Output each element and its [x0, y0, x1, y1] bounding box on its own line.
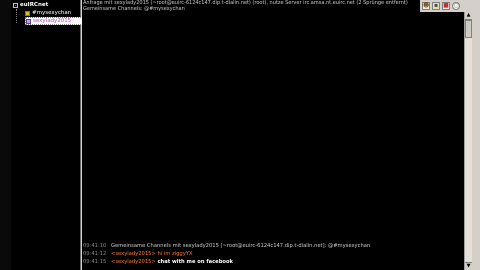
- channel-tree[interactable]: - euIRCnet #mysexychan sexylady2015: [11, 0, 83, 270]
- whois-line: Gemeinsame Channels: @#mysexychan: [83, 6, 185, 12]
- tree-connector-line: [16, 9, 18, 23]
- image-icon[interactable]: ▪: [432, 2, 440, 10]
- person-icon[interactable]: ☻: [422, 2, 430, 10]
- nickname[interactable]: <sexylady2015>: [111, 251, 156, 257]
- nickname[interactable]: <sexylady2015>: [111, 259, 156, 265]
- query-icon: [26, 18, 31, 24]
- network-label: euIRCnet: [20, 2, 49, 8]
- circle-icon[interactable]: ○: [452, 2, 460, 10]
- tree-item-label: #mysexychan: [32, 10, 72, 16]
- window-toolbar: ☻ ▪ ■ ○: [420, 0, 472, 12]
- chat-message: 09:41:12 <sexylady2015> hi im ziggyYX: [83, 251, 193, 257]
- window-right-edge: [472, 0, 480, 270]
- tree-item-query-selected[interactable]: sexylady2015: [25, 17, 83, 25]
- left-edge-strip: [0, 0, 11, 270]
- tree-item-label: sexylady2015: [33, 18, 72, 24]
- scroll-up-icon[interactable]: ▲: [465, 12, 472, 20]
- scroll-thumb[interactable]: [465, 20, 472, 38]
- timestamp: 09:41:12: [83, 251, 107, 257]
- timestamp: 09:41:15: [83, 259, 107, 265]
- collapse-toggle-icon[interactable]: -: [13, 2, 18, 8]
- chat-message: 09:41:10 Gemeinsame Channels mit sexylad…: [83, 243, 370, 249]
- timestamp: 09:41:10: [83, 243, 107, 249]
- message-text: Gemeinsame Channels mit sexylady2015 [~r…: [110, 243, 371, 249]
- chat-scrollbar[interactable]: ▲ ▼: [464, 12, 472, 270]
- stop-icon[interactable]: ■: [442, 2, 450, 10]
- chat-message: 09:41:15 <sexylady2015> chat with me on …: [83, 259, 233, 265]
- channel-icon: [25, 10, 30, 16]
- scroll-down-icon[interactable]: ▼: [465, 262, 472, 270]
- tree-root-network[interactable]: - euIRCnet: [13, 1, 48, 9]
- message-text: chat with me on facebook: [157, 259, 233, 265]
- message-text: hi im ziggyYX: [157, 251, 193, 257]
- tree-item-channel[interactable]: #mysexychan: [25, 9, 73, 17]
- whois-header: Anfrage mit sexylady2015 (~root@euirc-61…: [83, 0, 423, 12]
- chat-window[interactable]: Anfrage mit sexylady2015 (~root@euirc-61…: [82, 0, 464, 270]
